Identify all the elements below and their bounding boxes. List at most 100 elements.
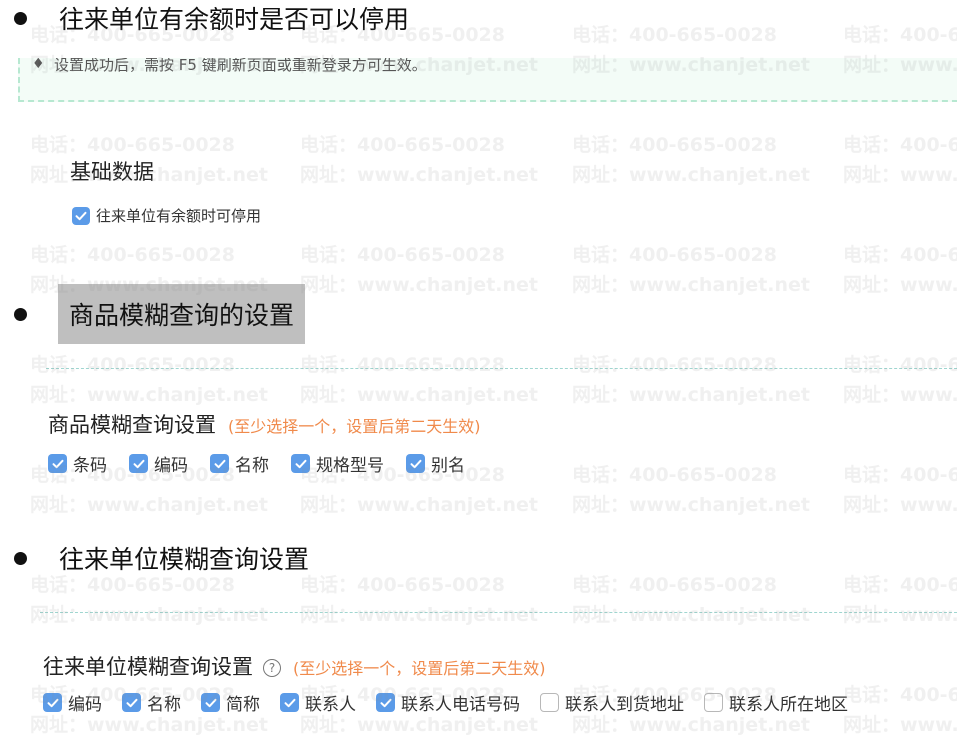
watermark-site: 网址：www.chanjet.net xyxy=(572,274,810,296)
divider xyxy=(40,612,957,613)
checkbox-label: 联系人 xyxy=(305,695,356,715)
bullet-item-partner-fuzzy: 往来单位模糊查询设置 xyxy=(14,540,309,576)
watermark-phone: 电话：400-665-0028 xyxy=(300,574,505,596)
checkbox-label: 条码 xyxy=(73,456,107,476)
tip-box: ♦ 设置成功后，需按 F5 键刷新页面或重新登录方可生效。 xyxy=(18,58,957,102)
bullet-item-disable-with-balance: 往来单位有余额时是否可以停用 xyxy=(14,0,409,36)
watermark-site: 网址：www.chanjet.net xyxy=(300,494,538,516)
checkbox-unchecked-icon[interactable] xyxy=(540,693,559,712)
checkbox-checked-icon[interactable] xyxy=(72,206,90,225)
watermark-phone: 电话：400-665-0028 xyxy=(572,24,777,46)
checkbox-label: 规格型号 xyxy=(316,456,384,476)
watermark-site: 网址：www.chanjet.net xyxy=(843,494,957,516)
watermark-site: 网址：www.chanjet.net xyxy=(300,164,538,186)
checkbox-disable-with-balance[interactable]: 往来单位有余额时可停用 xyxy=(72,205,261,226)
section-heading-highlighted: 商品模糊查询的设置 xyxy=(58,284,306,344)
lightbulb-icon: ♦ xyxy=(32,58,45,72)
watermark-phone: 电话：400-665-0028 xyxy=(300,244,505,266)
note-text: (至少选择一个，设置后第二天生效) xyxy=(293,659,546,678)
checkbox-option[interactable]: 编码 xyxy=(129,451,188,476)
partner-fuzzy-title: 往来单位模糊查询设置? (至少选择一个，设置后第二天生效) xyxy=(43,651,546,681)
checkbox-checked-icon[interactable] xyxy=(376,693,395,712)
checkbox-option[interactable]: 联系人 xyxy=(280,690,356,715)
checkbox-label: 别名 xyxy=(431,456,465,476)
watermark-site: 网址：www.chanjet.net xyxy=(572,164,810,186)
watermark-phone: 电话：400-665-0028 xyxy=(30,244,235,266)
checkbox-checked-icon[interactable] xyxy=(406,454,425,473)
watermark-phone: 电话：400-665-0028 xyxy=(572,244,777,266)
product-fuzzy-options: 条码 编码 名称 规格型号 别名 xyxy=(48,451,487,476)
checkbox-option[interactable]: 联系人电话号码 xyxy=(376,690,520,715)
question-circle-icon[interactable]: ? xyxy=(263,659,281,677)
checkbox-label: 编码 xyxy=(68,695,102,715)
section-heading: 往来单位有余额时是否可以停用 xyxy=(59,5,410,34)
checkbox-option[interactable]: 规格型号 xyxy=(291,451,384,476)
watermark-site: 网址：www.chanjet.net xyxy=(572,384,810,406)
watermark-phone: 电话：400-665-0028 xyxy=(30,354,235,376)
checkbox-checked-icon[interactable] xyxy=(291,454,310,473)
watermark-phone: 电话：400-665-0028 xyxy=(843,24,957,46)
title-text: 往来单位模糊查询设置 xyxy=(43,655,253,679)
watermark-site: 网址：www.chanjet.net xyxy=(300,274,538,296)
checkbox-option[interactable]: 简称 xyxy=(201,690,260,715)
title-text: 商品模糊查询设置 xyxy=(48,413,216,437)
group-title-basic-data: 基础数据 xyxy=(70,160,154,184)
watermark-phone: 电话：400-665-0028 xyxy=(572,134,777,156)
checkbox-label: 联系人电话号码 xyxy=(401,695,520,715)
section-heading: 往来单位模糊查询设置 xyxy=(59,545,310,574)
watermark-site: 网址：www.chanjet.net xyxy=(30,384,268,406)
checkbox-option[interactable]: 别名 xyxy=(406,451,465,476)
watermark-site: 网址：www.chanjet.net xyxy=(30,494,268,516)
checkbox-checked-icon[interactable] xyxy=(201,693,220,712)
checkbox-checked-icon[interactable] xyxy=(48,454,67,473)
checkbox-option[interactable]: 联系人到货地址 xyxy=(540,690,684,715)
checkbox-checked-icon[interactable] xyxy=(280,693,299,712)
checkbox-label: 名称 xyxy=(147,695,181,715)
watermark-site: 网址：www.chanjet.net xyxy=(572,604,810,626)
checkbox-label: 简称 xyxy=(226,695,260,715)
watermark-phone: 电话：400-665-0028 xyxy=(300,134,505,156)
bullet-dot xyxy=(14,307,27,321)
watermark-site: 网址：www.chanjet.net xyxy=(843,384,957,406)
divider xyxy=(46,368,957,369)
bullet-item-product-fuzzy: 商品模糊查询的设置 xyxy=(14,284,306,344)
watermark-site: 网址：www.chanjet.net xyxy=(843,274,957,296)
product-fuzzy-title: 商品模糊查询设置 (至少选择一个，设置后第二天生效) xyxy=(48,409,481,439)
checkbox-label: 名称 xyxy=(235,456,269,476)
checkbox-checked-icon[interactable] xyxy=(122,693,141,712)
watermark-phone: 电话：400-665-0028 xyxy=(300,354,505,376)
checkbox-label: 往来单位有余额时可停用 xyxy=(96,207,262,225)
watermark-site: 网址：www.chanjet.net xyxy=(300,604,538,626)
checkbox-label: 编码 xyxy=(154,456,188,476)
watermark-site: 网址：www.chanjet.net xyxy=(30,604,268,626)
watermark-site: 网址：www.chanjet.net xyxy=(843,164,957,186)
checkbox-option[interactable]: 名称 xyxy=(122,690,181,715)
checkbox-option[interactable]: 编码 xyxy=(43,690,102,715)
watermark-site: 网址：www.chanjet.net xyxy=(300,384,538,406)
checkbox-label: 联系人到货地址 xyxy=(565,695,684,715)
watermark-phone: 电话：400-665-0028 xyxy=(843,464,957,486)
watermark-phone: 电话：400-665-0028 xyxy=(572,464,777,486)
checkbox-option[interactable]: 名称 xyxy=(210,451,269,476)
bullet-dot xyxy=(14,551,27,565)
tip-text: 设置成功后，需按 F5 键刷新页面或重新登录方可生效。 xyxy=(54,58,427,74)
checkbox-row-basic-data: 往来单位有余额时可停用 xyxy=(72,205,283,226)
watermark-site: 网址：www.chanjet.net xyxy=(572,494,810,516)
checkbox-checked-icon[interactable] xyxy=(43,693,62,712)
watermark-phone: 电话：400-665-0028 xyxy=(572,354,777,376)
partner-fuzzy-options: 编码 名称 简称 联系人 联系人电话号码 联系人到货地址 联系人所在地区 xyxy=(43,690,868,715)
watermark-phone: 电话：400-665-0028 xyxy=(843,134,957,156)
watermark-phone: 电话：400-665-0028 xyxy=(843,244,957,266)
checkbox-checked-icon[interactable] xyxy=(210,454,229,473)
checkbox-unchecked-icon[interactable] xyxy=(704,693,723,712)
bullet-dot xyxy=(14,11,27,25)
checkbox-checked-icon[interactable] xyxy=(129,454,148,473)
watermark-phone: 电话：400-665-0028 xyxy=(30,134,235,156)
watermark-site: 网址：www.chanjet.net xyxy=(843,604,957,626)
checkbox-option[interactable]: 条码 xyxy=(48,451,107,476)
checkbox-label: 联系人所在地区 xyxy=(729,695,848,715)
watermark-phone: 电话：400-665-0028 xyxy=(843,574,957,596)
checkbox-option[interactable]: 联系人所在地区 xyxy=(704,690,848,715)
watermark-phone: 电话：400-665-0028 xyxy=(843,354,957,376)
watermark-phone: 电话：400-665-0028 xyxy=(572,574,777,596)
